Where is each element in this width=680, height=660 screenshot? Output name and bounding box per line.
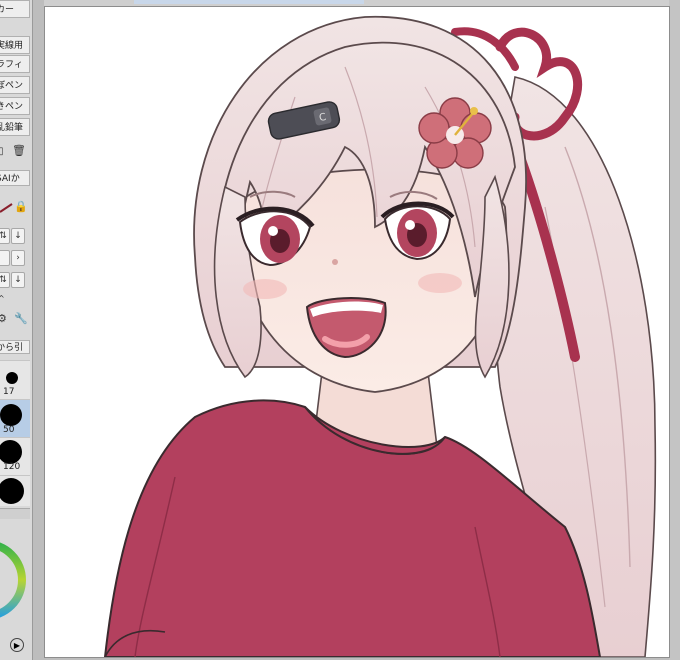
brush-tool-item[interactable]: 実線用 bbox=[0, 36, 30, 54]
brush-size-dot bbox=[0, 404, 22, 426]
stepper-field[interactable] bbox=[0, 250, 10, 266]
brush-preset-label: SAIか bbox=[0, 174, 20, 184]
trash-icon[interactable]: 🗑 bbox=[12, 144, 26, 157]
brush-tool-item[interactable]: ラフィ bbox=[0, 55, 30, 73]
tool-panel: カー 実線用 ラフィ ぼペン きペン 乱鉛筆 ▯ 🗑 SAIか 🔒 ⇅ ↓ › … bbox=[0, 0, 33, 660]
play-icon[interactable]: ▶ bbox=[10, 638, 24, 652]
drawing-canvas[interactable]: C bbox=[44, 6, 670, 658]
brush-tool-label: ラフィ bbox=[0, 60, 23, 70]
chevron-up-icon[interactable]: ^ bbox=[0, 294, 5, 303]
brush-size-item[interactable] bbox=[0, 475, 30, 506]
illustration: C bbox=[103, 15, 657, 657]
stepper-button[interactable]: ⇅ bbox=[0, 272, 10, 288]
window-right-edge bbox=[669, 0, 680, 660]
panel-divider bbox=[0, 508, 30, 519]
brush-tool-label: きペン bbox=[0, 102, 24, 112]
brush-size-label: 120 bbox=[3, 462, 21, 472]
brush-size-item[interactable]: 50 bbox=[0, 399, 30, 438]
download-icon[interactable]: ↓ bbox=[11, 272, 25, 288]
brush-tool-item[interactable]: 乱鉛筆 bbox=[0, 118, 30, 136]
brush-tip-icon bbox=[0, 200, 14, 214]
download-icon[interactable]: ↓ bbox=[11, 228, 25, 244]
brush-tool-label: カー bbox=[0, 5, 15, 15]
brush-tool-item[interactable]: きペン bbox=[0, 97, 30, 115]
color-wheel[interactable] bbox=[0, 530, 26, 640]
new-item-icon[interactable]: ▯ bbox=[0, 146, 4, 157]
brush-size-item[interactable]: 17 bbox=[0, 360, 30, 399]
brush-size-item[interactable]: 120 bbox=[0, 437, 30, 476]
tab-highlight bbox=[134, 0, 364, 4]
pick-color-label: から引 bbox=[0, 343, 24, 353]
brush-size-dot bbox=[6, 372, 18, 384]
brush-preset-field[interactable]: SAIか bbox=[0, 170, 30, 186]
pick-color-field[interactable]: から引 bbox=[0, 340, 30, 354]
lock-icon[interactable]: 🔒 bbox=[14, 200, 28, 213]
brush-size-label: 17 bbox=[3, 387, 15, 397]
brush-size-dot bbox=[0, 478, 24, 504]
brush-size-dot bbox=[0, 440, 22, 464]
wrench-icon[interactable]: 🔧 bbox=[14, 312, 28, 325]
stepper-button[interactable]: ⇅ bbox=[0, 228, 10, 244]
brush-tool-label: 乱鉛筆 bbox=[0, 123, 24, 133]
brush-size-label: 50 bbox=[3, 425, 15, 435]
brush-tool-item[interactable]: カー bbox=[0, 0, 30, 18]
chevron-right-icon[interactable]: › bbox=[11, 250, 25, 266]
brush-tool-item[interactable]: ぼペン bbox=[0, 76, 30, 94]
brush-tool-label: 実線用 bbox=[0, 41, 24, 51]
settings-icon[interactable]: ⚙ bbox=[0, 312, 7, 325]
brush-tool-label: ぼペン bbox=[0, 81, 24, 91]
